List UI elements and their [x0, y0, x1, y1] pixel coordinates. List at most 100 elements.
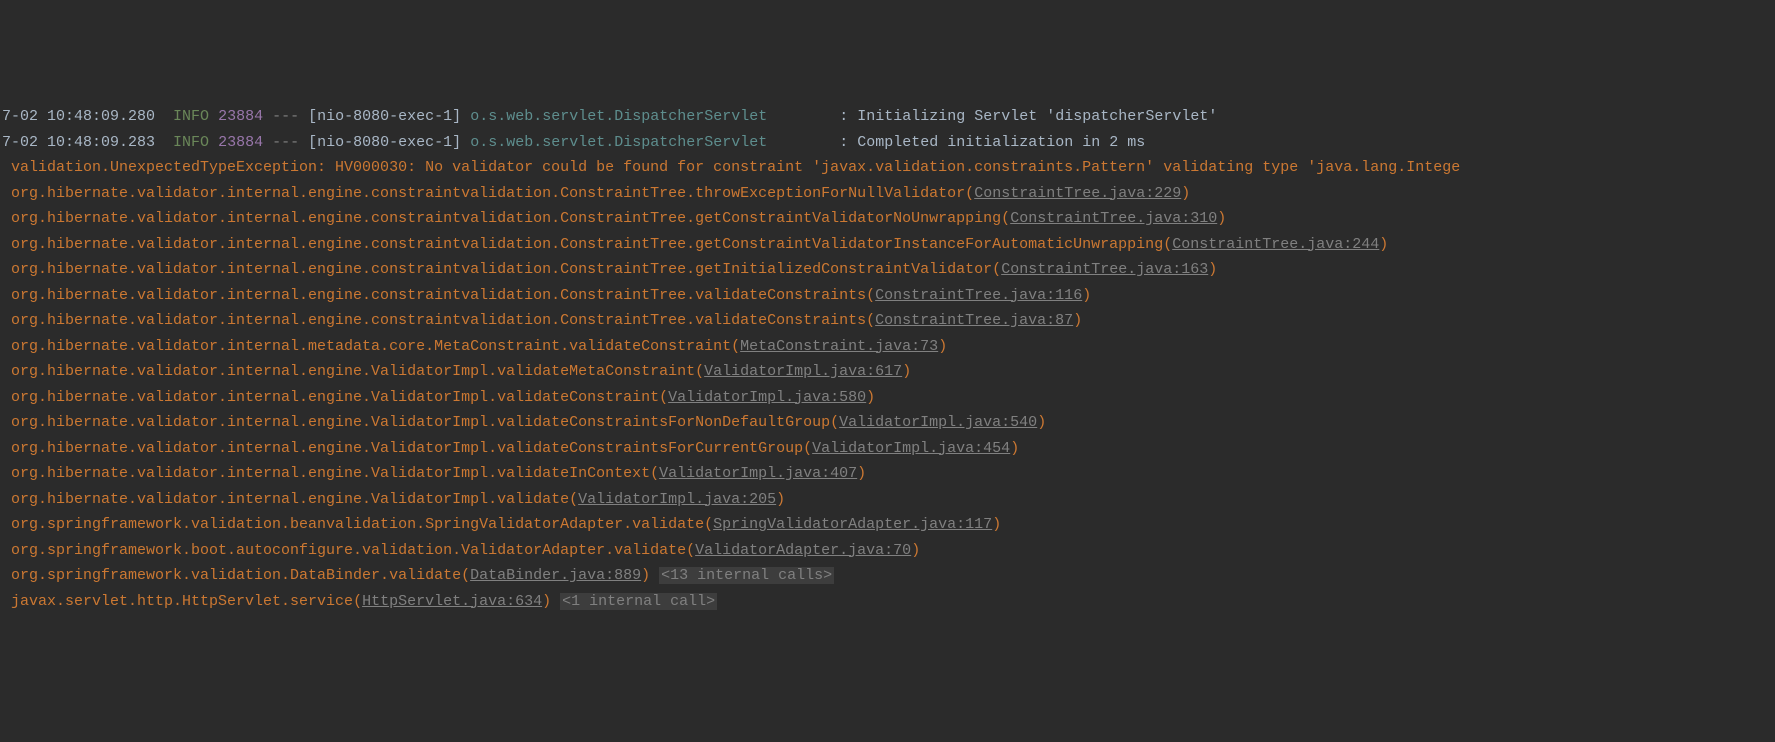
source-file-link[interactable]: ValidatorImpl.java:540 — [839, 414, 1037, 431]
source-file-link[interactable]: ValidatorImpl.java:580 — [668, 389, 866, 406]
close-paren: ) — [1073, 312, 1082, 329]
open-paren: ( — [965, 185, 974, 202]
source-file-link[interactable]: ValidatorImpl.java:454 — [812, 440, 1010, 457]
stack-method: org.hibernate.validator.internal.engine.… — [2, 312, 866, 329]
source-file-link[interactable]: ConstraintTree.java:229 — [974, 185, 1181, 202]
internal-calls-badge[interactable]: <13 internal calls> — [659, 567, 834, 584]
log-level: INFO — [173, 134, 209, 151]
close-paren: ) — [1082, 287, 1091, 304]
stack-method: org.hibernate.validator.internal.engine.… — [2, 261, 992, 278]
message-separator: : — [830, 134, 857, 151]
stack-frame: org.hibernate.validator.internal.engine.… — [2, 461, 1775, 487]
stack-method: org.hibernate.validator.internal.engine.… — [2, 389, 659, 406]
log-message: Completed initialization in 2 ms — [857, 134, 1145, 151]
close-paren: ) — [776, 491, 785, 508]
thread-name: [nio-8080-exec-1] — [308, 108, 461, 125]
stack-method: org.hibernate.validator.internal.engine.… — [2, 210, 1001, 227]
open-paren: ( — [830, 414, 839, 431]
stack-frame: org.hibernate.validator.internal.engine.… — [2, 410, 1775, 436]
stack-frame: org.hibernate.validator.internal.engine.… — [2, 206, 1775, 232]
process-id: 23884 — [218, 108, 263, 125]
separator: --- — [272, 134, 299, 151]
stack-frame: javax.servlet.http.HttpServlet.service(H… — [2, 589, 1775, 615]
stack-method: org.springframework.validation.DataBinde… — [2, 567, 461, 584]
thread-name: [nio-8080-exec-1] — [308, 134, 461, 151]
log-line: 7-02 10:48:09.280 INFO 23884 --- [nio-80… — [2, 104, 1775, 130]
open-paren: ( — [695, 363, 704, 380]
logger-name: o.s.web.servlet.DispatcherServlet — [470, 108, 830, 125]
stack-frame: org.hibernate.validator.internal.engine.… — [2, 181, 1775, 207]
stack-frame: org.springframework.validation.beanvalid… — [2, 512, 1775, 538]
separator: --- — [272, 108, 299, 125]
stack-method: org.hibernate.validator.internal.metadat… — [2, 338, 731, 355]
timestamp: 7-02 10:48:09.283 — [2, 134, 155, 151]
close-paren: ) — [1181, 185, 1190, 202]
close-paren: ) — [992, 516, 1001, 533]
close-paren: ) — [1037, 414, 1046, 431]
close-paren: ) — [1010, 440, 1019, 457]
source-file-link[interactable]: SpringValidatorAdapter.java:117 — [713, 516, 992, 533]
close-paren: ) — [911, 542, 920, 559]
source-file-link[interactable]: ConstraintTree.java:163 — [1001, 261, 1208, 278]
exception-text: validation.UnexpectedTypeException: HV00… — [2, 159, 1460, 176]
close-paren: ) — [902, 363, 911, 380]
log-line: 7-02 10:48:09.283 INFO 23884 --- [nio-80… — [2, 130, 1775, 156]
stack-frame: org.hibernate.validator.internal.engine.… — [2, 436, 1775, 462]
stack-frame: org.hibernate.validator.internal.engine.… — [2, 385, 1775, 411]
open-paren: ( — [353, 593, 362, 610]
stack-method: org.hibernate.validator.internal.engine.… — [2, 491, 569, 508]
open-paren: ( — [461, 567, 470, 584]
stack-method: javax.servlet.http.HttpServlet.service — [2, 593, 353, 610]
stack-method: org.springframework.boot.autoconfigure.v… — [2, 542, 686, 559]
log-level: INFO — [173, 108, 209, 125]
source-file-link[interactable]: ConstraintTree.java:244 — [1172, 236, 1379, 253]
close-paren: ) — [1208, 261, 1217, 278]
stack-frame: org.springframework.boot.autoconfigure.v… — [2, 538, 1775, 564]
source-file-link[interactable]: ValidatorImpl.java:205 — [578, 491, 776, 508]
source-file-link[interactable]: ValidatorImpl.java:407 — [659, 465, 857, 482]
source-file-link[interactable]: ValidatorAdapter.java:70 — [695, 542, 911, 559]
stack-frame: org.hibernate.validator.internal.engine.… — [2, 308, 1775, 334]
message-separator: : — [830, 108, 857, 125]
open-paren: ( — [650, 465, 659, 482]
close-paren: ) — [866, 389, 875, 406]
stack-method: org.hibernate.validator.internal.engine.… — [2, 287, 866, 304]
process-id: 23884 — [218, 134, 263, 151]
internal-calls-badge[interactable]: <1 internal call> — [560, 593, 717, 610]
open-paren: ( — [704, 516, 713, 533]
stack-frame: org.hibernate.validator.internal.engine.… — [2, 487, 1775, 513]
open-paren: ( — [803, 440, 812, 457]
close-paren: ) — [641, 567, 650, 584]
exception-message: validation.UnexpectedTypeException: HV00… — [2, 155, 1775, 181]
stack-frame: org.hibernate.validator.internal.engine.… — [2, 283, 1775, 309]
logger-name: o.s.web.servlet.DispatcherServlet — [470, 134, 830, 151]
stack-method: org.hibernate.validator.internal.engine.… — [2, 236, 1163, 253]
close-paren: ) — [938, 338, 947, 355]
source-file-link[interactable]: ConstraintTree.java:310 — [1010, 210, 1217, 227]
stack-method: org.hibernate.validator.internal.engine.… — [2, 363, 695, 380]
source-file-link[interactable]: ConstraintTree.java:116 — [875, 287, 1082, 304]
stack-frame: org.hibernate.validator.internal.metadat… — [2, 334, 1775, 360]
open-paren: ( — [1001, 210, 1010, 227]
close-paren: ) — [1217, 210, 1226, 227]
stack-frame: org.hibernate.validator.internal.engine.… — [2, 257, 1775, 283]
open-paren: ( — [866, 312, 875, 329]
stack-method: org.hibernate.validator.internal.engine.… — [2, 440, 803, 457]
log-message: Initializing Servlet 'dispatcherServlet' — [857, 108, 1217, 125]
open-paren: ( — [731, 338, 740, 355]
source-file-link[interactable]: ValidatorImpl.java:617 — [704, 363, 902, 380]
timestamp: 7-02 10:48:09.280 — [2, 108, 155, 125]
stack-method: org.springframework.validation.beanvalid… — [2, 516, 704, 533]
close-paren: ) — [542, 593, 551, 610]
source-file-link[interactable]: DataBinder.java:889 — [470, 567, 641, 584]
source-file-link[interactable]: ConstraintTree.java:87 — [875, 312, 1073, 329]
source-file-link[interactable]: MetaConstraint.java:73 — [740, 338, 938, 355]
stack-frame: org.hibernate.validator.internal.engine.… — [2, 232, 1775, 258]
stack-frame: org.hibernate.validator.internal.engine.… — [2, 359, 1775, 385]
stack-frame: org.springframework.validation.DataBinde… — [2, 563, 1775, 589]
source-file-link[interactable]: HttpServlet.java:634 — [362, 593, 542, 610]
stack-method: org.hibernate.validator.internal.engine.… — [2, 185, 965, 202]
open-paren: ( — [866, 287, 875, 304]
open-paren: ( — [659, 389, 668, 406]
log-console-output: 7-02 10:48:09.280 INFO 23884 --- [nio-80… — [2, 104, 1775, 614]
